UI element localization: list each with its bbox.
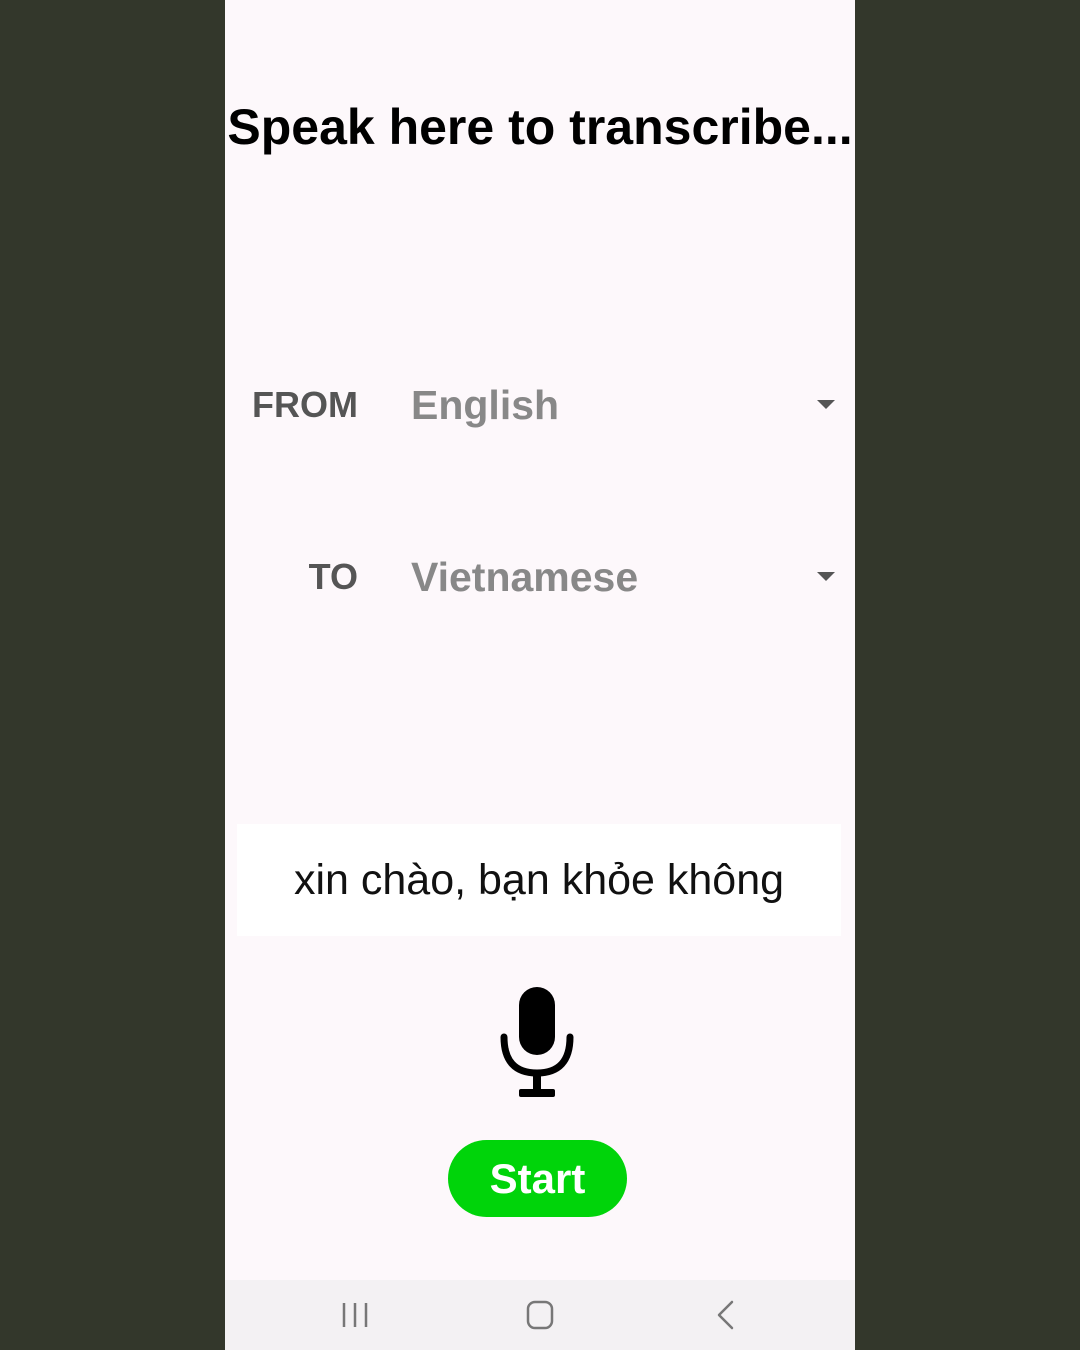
- from-language-dropdown[interactable]: English: [411, 374, 837, 438]
- recent-apps-icon[interactable]: [335, 1298, 375, 1332]
- dropdown-arrow-icon: [817, 572, 835, 581]
- app-screen: Speak here to transcribe... FROM English…: [225, 0, 855, 1350]
- to-language-dropdown[interactable]: Vietnamese: [411, 546, 837, 610]
- start-button[interactable]: Start: [448, 1140, 627, 1217]
- microphone-icon[interactable]: [499, 985, 575, 1099]
- home-icon[interactable]: [520, 1298, 560, 1332]
- page-title: Speak here to transcribe...: [227, 99, 853, 155]
- to-language-value: Vietnamese: [411, 554, 639, 600]
- from-language-value: English: [411, 382, 560, 428]
- back-icon[interactable]: [706, 1298, 746, 1332]
- transcription-text: xin chào, bạn khỏe không: [293, 855, 785, 904]
- transcription-result-box: xin chào, bạn khỏe không: [237, 824, 841, 936]
- from-label: FROM: [252, 384, 358, 425]
- to-label: TO: [308, 556, 358, 597]
- dropdown-arrow-icon: [817, 400, 835, 409]
- system-navigation-bar: [225, 1280, 855, 1350]
